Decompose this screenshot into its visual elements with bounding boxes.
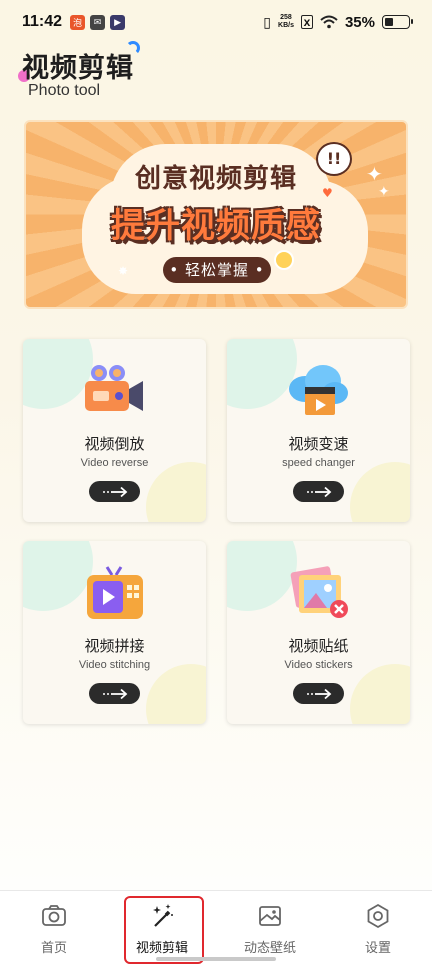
tool-card-video-reverse[interactable]: 视频倒放 Video reverse — [23, 339, 206, 522]
app-notification-icon: 泡 — [70, 14, 86, 30]
balloon-icon — [274, 250, 294, 270]
banner-tagline: 提升视频质感 — [111, 206, 321, 246]
go-button[interactable] — [293, 481, 344, 502]
arrow-right-icon — [306, 486, 331, 497]
tool-sublabel: Video stitching — [78, 659, 151, 671]
home-indicator[interactable] — [156, 957, 276, 961]
tool-sublabel: Video stickers — [284, 659, 353, 671]
page-subtitle: Photo tool — [28, 82, 101, 99]
tool-sublabel: Video reverse — [80, 457, 149, 469]
status-bar: 11:42 泡 ✉ ▶ ▯ 258 KB/s x 35% — [0, 0, 432, 44]
card-decoration — [146, 664, 206, 724]
go-button[interactable] — [89, 481, 140, 502]
photo-sticker-icon — [290, 566, 348, 618]
tv-play-icon — [87, 566, 143, 619]
tool-label: 视频拼接 — [84, 637, 145, 655]
tool-label: 视频贴纸 — [288, 637, 349, 655]
star-icon: ✸ — [118, 264, 129, 278]
battery-percent: 35% — [344, 13, 375, 31]
camera-icon — [42, 905, 66, 926]
tool-label: 视频倒放 — [84, 435, 145, 453]
tab-home[interactable]: 首页 — [0, 891, 108, 964]
tab-label: 设置 — [364, 941, 391, 956]
play-icon: ▶ — [110, 14, 126, 30]
card-decoration — [350, 664, 410, 724]
arrow-right-icon — [306, 688, 331, 699]
status-time: 11:42 — [22, 13, 63, 30]
gear-icon — [367, 903, 389, 929]
arrow-right-icon — [102, 486, 127, 497]
tab-live-wallpaper[interactable]: 动态壁纸 — [216, 891, 324, 964]
net-speed-value: 258 — [280, 14, 292, 21]
go-button[interactable] — [293, 683, 344, 704]
video-camera-icon — [85, 365, 143, 411]
card-decoration — [146, 462, 206, 522]
tool-card-video-stitching[interactable]: 视频拼接 Video stitching — [23, 541, 206, 724]
tab-label: 动态壁纸 — [243, 941, 296, 956]
title-decoration-arc — [126, 41, 140, 55]
card-decoration — [350, 462, 410, 522]
sim-icon: x — [300, 15, 313, 29]
wifi-icon — [320, 15, 338, 29]
tool-card-video-stickers[interactable]: 视频贴纸 Video stickers — [227, 541, 410, 724]
cloud-clapper-icon — [289, 365, 348, 415]
bottom-tab-bar: 首页 视频剪辑 动态壁纸 设置 — [0, 890, 432, 964]
page-title: 视频剪辑 — [22, 53, 134, 84]
battery-icon — [382, 15, 413, 29]
arrow-right-icon — [102, 688, 127, 699]
banner-pill: • 轻松掌握 • — [163, 257, 271, 283]
tab-settings[interactable]: 设置 — [324, 891, 432, 964]
banner-headline: 创意视频剪辑 — [134, 164, 297, 194]
promo-banner[interactable]: !! ✦ ✦ ♥ ✸ 创意视频剪辑 提升视频质感 • 轻松掌握 • — [24, 120, 408, 309]
image-icon — [259, 906, 281, 926]
net-speed-unit: KB/s — [278, 22, 294, 29]
vibrate-icon: ▯ — [263, 13, 272, 30]
tab-label: 首页 — [40, 941, 67, 956]
mail-icon: ✉ — [90, 14, 106, 30]
active-tab-highlight — [124, 896, 204, 964]
go-button[interactable] — [89, 683, 140, 704]
tool-sublabel: speed changer — [282, 457, 355, 469]
tool-label: 视频变速 — [288, 435, 349, 453]
network-speed: 258 KB/s — [278, 14, 294, 30]
tool-card-speed-changer[interactable]: 视频变速 speed changer — [227, 339, 410, 522]
